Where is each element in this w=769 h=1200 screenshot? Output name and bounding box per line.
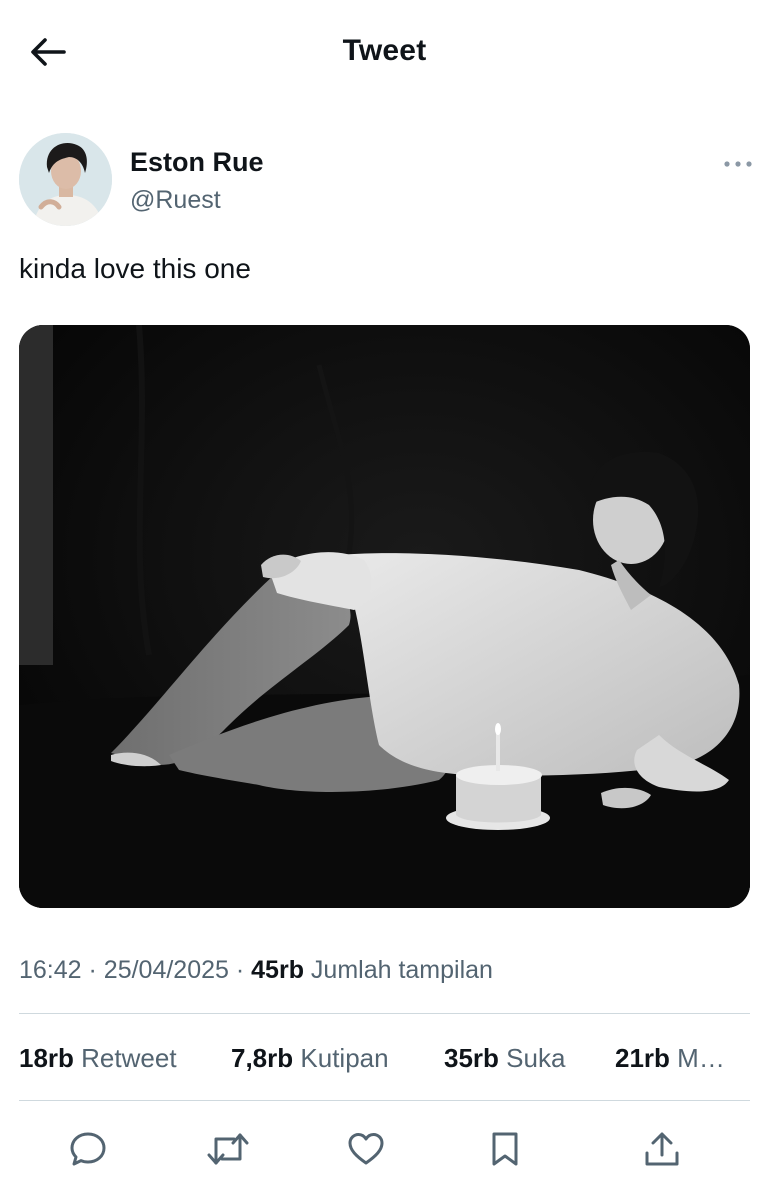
engagement-stats: 18rb Retweet 7,8rb Kutipan 35rb Suka 21r… xyxy=(19,1043,750,1077)
author-handle[interactable]: @Ruest xyxy=(130,186,221,215)
reply-button[interactable] xyxy=(64,1125,112,1173)
divider xyxy=(19,1100,750,1101)
likes-count: 35rb xyxy=(444,1043,499,1073)
page-title: Tweet xyxy=(342,34,427,67)
bookmark-icon xyxy=(492,1132,518,1166)
meta-separator: · xyxy=(235,956,245,984)
views-count[interactable]: 45rb xyxy=(251,956,304,984)
tweet-time: 16:42 xyxy=(19,956,82,984)
retweets-stat[interactable]: 18rb Retweet xyxy=(19,1043,177,1074)
more-horizontal-icon xyxy=(724,161,752,167)
bookmark-button[interactable] xyxy=(481,1125,529,1173)
divider xyxy=(19,1013,750,1014)
bookmarks-label: M… xyxy=(677,1043,725,1073)
tweet-meta: 16:42 · 25/04/2025 · 45rb Jumlah tampila… xyxy=(19,956,493,985)
like-icon xyxy=(348,1133,384,1165)
tweet-photo[interactable] xyxy=(19,325,750,908)
action-bar xyxy=(0,1125,769,1175)
more-options-button[interactable] xyxy=(718,150,758,178)
retweets-count: 18rb xyxy=(19,1043,74,1073)
quotes-label: Kutipan xyxy=(300,1043,389,1073)
tweet-text: kinda love this one xyxy=(19,253,251,284)
quotes-stat[interactable]: 7,8rb Kutipan xyxy=(231,1043,389,1074)
likes-stat[interactable]: 35rb Suka xyxy=(444,1043,565,1074)
top-bar: Tweet xyxy=(0,0,769,105)
quotes-count: 7,8rb xyxy=(231,1043,294,1073)
retweets-label: Retweet xyxy=(81,1043,177,1073)
retweet-button[interactable] xyxy=(204,1125,252,1173)
share-icon xyxy=(645,1132,679,1166)
tweet-date: 25/04/2025 xyxy=(103,956,229,984)
share-button[interactable] xyxy=(638,1125,686,1173)
reply-icon xyxy=(70,1132,106,1166)
views-label[interactable]: Jumlah tampilan xyxy=(311,956,493,984)
meta-separator: · xyxy=(88,956,97,984)
bookmarks-stat[interactable]: 21rb M… xyxy=(615,1043,725,1074)
author-display-name[interactable]: Eston Rue xyxy=(130,147,264,178)
avatar[interactable] xyxy=(19,133,112,226)
retweet-icon xyxy=(207,1133,249,1165)
like-button[interactable] xyxy=(342,1125,390,1173)
likes-label: Suka xyxy=(506,1043,566,1073)
bookmarks-count: 21rb xyxy=(615,1043,670,1073)
